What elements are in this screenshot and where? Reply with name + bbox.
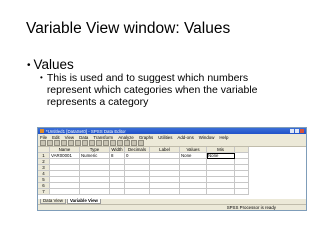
dialog-recall-icon[interactable] (61, 140, 67, 146)
redo-icon[interactable] (75, 140, 81, 146)
print-icon[interactable] (54, 140, 60, 146)
menu-addons[interactable]: Add-ons (177, 135, 193, 140)
cell-name[interactable] (50, 189, 80, 195)
open-icon[interactable] (40, 140, 46, 146)
slide-title: Variable View window: Values (26, 20, 231, 37)
value-labels-icon[interactable] (138, 140, 144, 146)
status-bar: SPSS Processor is ready (38, 204, 306, 210)
cell-extra[interactable] (235, 189, 249, 195)
menu-window[interactable]: Window (199, 135, 215, 140)
split-file-icon[interactable] (117, 140, 123, 146)
menu-analyze[interactable]: Analyze (118, 135, 134, 140)
sub-bullet-dot-icon: • (40, 73, 43, 82)
menu-file[interactable]: File (40, 135, 47, 140)
window-controls (290, 129, 306, 133)
spss-data-editor-window: *Untitled1 [DataSet0] - SPSS Data Editor… (37, 127, 307, 211)
cell-width[interactable] (110, 189, 125, 195)
toolbar (38, 140, 306, 147)
table-row: 7 (38, 189, 306, 195)
cell-label[interactable] (150, 189, 180, 195)
window-title-bar[interactable]: *Untitled1 [DataSet0] - SPSS Data Editor (38, 128, 306, 134)
undo-icon[interactable] (68, 140, 74, 146)
bullet-dot-icon: • (27, 60, 31, 71)
maximize-button[interactable] (295, 129, 299, 133)
row-number[interactable]: 7 (38, 189, 50, 195)
spss-app-icon (40, 129, 44, 133)
menu-help[interactable]: Help (219, 135, 228, 140)
cell-decimals[interactable] (125, 189, 150, 195)
goto-case-icon[interactable] (82, 140, 88, 146)
variable-grid: Name Type Width Decimals Label Values Mi… (38, 147, 306, 199)
menu-utilities[interactable]: Utilities (158, 135, 172, 140)
find-icon[interactable] (96, 140, 102, 146)
weight-cases-icon[interactable] (124, 140, 130, 146)
sub-bullet: • This is used and to suggest which numb… (40, 72, 290, 108)
window-title: *Untitled1 [DataSet0] - SPSS Data Editor (46, 128, 126, 134)
cell-missing[interactable] (207, 189, 235, 195)
variables-icon[interactable] (89, 140, 95, 146)
select-cases-icon[interactable] (131, 140, 137, 146)
menu-data[interactable]: Data (79, 135, 88, 140)
save-icon[interactable] (47, 140, 53, 146)
menu-view[interactable]: View (65, 135, 74, 140)
menu-transform[interactable]: Transform (93, 135, 113, 140)
close-button[interactable] (300, 129, 304, 133)
cell-values[interactable] (180, 189, 207, 195)
insert-variable-icon[interactable] (110, 140, 116, 146)
sub-bullet-text: This is used and to suggest which number… (46, 72, 258, 108)
minimize-button[interactable] (290, 129, 294, 133)
menu-graphs[interactable]: Graphs (139, 135, 153, 140)
grid-body: 1 VAR00001 Numeric 8 0 None None 2 3 4 5 6 7 (38, 153, 306, 195)
cell-type[interactable] (80, 189, 110, 195)
menu-edit[interactable]: Edit (52, 135, 60, 140)
insert-case-icon[interactable] (103, 140, 109, 146)
